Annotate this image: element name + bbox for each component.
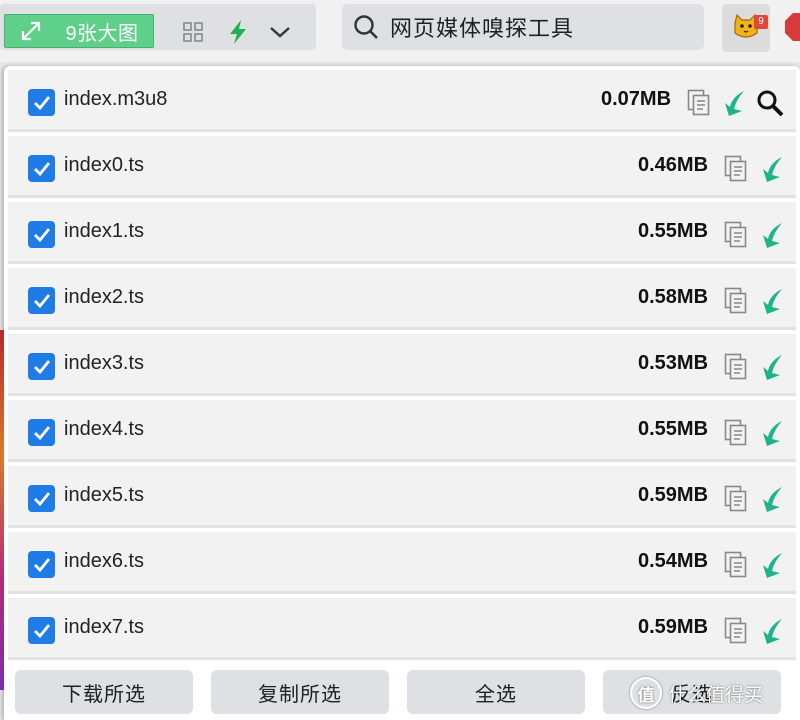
watermark-logo: 值 bbox=[630, 677, 662, 709]
file-name: index2.ts bbox=[64, 286, 145, 308]
top-toolbar: 9张大图 网页媒体嗅探工具 9 bbox=[0, 0, 800, 62]
select-all-button[interactable]: 全选 bbox=[407, 670, 585, 714]
file-name: index5.ts bbox=[64, 484, 145, 506]
gallery-button[interactable]: 9张大图 bbox=[4, 14, 154, 48]
expand-icon bbox=[5, 20, 57, 42]
file-size: 0.55MB bbox=[638, 220, 709, 242]
download-icon[interactable] bbox=[758, 549, 786, 581]
file-size: 0.58MB bbox=[638, 286, 709, 308]
file-size: 0.46MB bbox=[638, 154, 709, 176]
cat-extension-icon[interactable]: 9 bbox=[722, 4, 770, 52]
background-strip bbox=[0, 330, 4, 690]
file-size: 0.59MB bbox=[638, 616, 709, 638]
adblock-icon[interactable] bbox=[784, 12, 800, 42]
copy-selected-button[interactable]: 复制所选 bbox=[211, 670, 389, 714]
download-icon[interactable] bbox=[758, 417, 786, 449]
lightning-icon[interactable] bbox=[221, 16, 255, 48]
file-checkbox[interactable] bbox=[28, 353, 55, 380]
file-size: 0.59MB bbox=[638, 484, 709, 506]
file-checkbox[interactable] bbox=[28, 485, 55, 512]
search-box[interactable]: 网页媒体嗅探工具 bbox=[342, 4, 704, 50]
toolbar-group: 9张大图 bbox=[0, 4, 316, 50]
download-icon[interactable] bbox=[758, 219, 786, 251]
file-row[interactable]: index6.ts 0.54MB bbox=[8, 532, 796, 594]
file-size: 0.07MB bbox=[601, 88, 672, 110]
download-icon[interactable] bbox=[758, 483, 786, 515]
chevron-down-icon[interactable] bbox=[263, 16, 297, 48]
copy-icon[interactable] bbox=[722, 351, 750, 383]
copy-icon[interactable] bbox=[722, 615, 750, 647]
file-row[interactable]: index5.ts 0.59MB bbox=[8, 466, 796, 528]
file-row[interactable]: index7.ts 0.59MB bbox=[8, 598, 796, 660]
file-row[interactable]: index1.ts 0.55MB bbox=[8, 202, 796, 264]
download-icon[interactable] bbox=[758, 153, 786, 185]
file-checkbox[interactable] bbox=[28, 551, 55, 578]
file-name: index4.ts bbox=[64, 418, 145, 440]
gallery-button-label: 9张大图 bbox=[65, 22, 139, 45]
file-name: index7.ts bbox=[64, 616, 145, 638]
file-name: index0.ts bbox=[64, 154, 145, 176]
download-selected-button[interactable]: 下载所选 bbox=[15, 670, 193, 714]
copy-icon[interactable] bbox=[722, 153, 750, 185]
download-icon[interactable] bbox=[758, 615, 786, 647]
extension-badge: 9 bbox=[754, 15, 768, 29]
file-name: index6.ts bbox=[64, 550, 145, 572]
file-checkbox[interactable] bbox=[28, 89, 55, 116]
file-row[interactable]: index.m3u8 0.07MB bbox=[8, 70, 796, 132]
file-checkbox[interactable] bbox=[28, 617, 55, 644]
file-checkbox[interactable] bbox=[28, 419, 55, 446]
download-icon[interactable] bbox=[758, 285, 786, 317]
file-size: 0.55MB bbox=[638, 418, 709, 440]
sniffer-panel: index.m3u8 0.07MB index0.ts 0.46MB index… bbox=[4, 66, 800, 720]
copy-icon[interactable] bbox=[722, 417, 750, 449]
file-checkbox[interactable] bbox=[28, 221, 55, 248]
file-name: index3.ts bbox=[64, 352, 145, 374]
file-row[interactable]: index0.ts 0.46MB bbox=[8, 136, 796, 198]
preview-search-icon[interactable] bbox=[756, 87, 784, 119]
copy-icon[interactable] bbox=[685, 87, 713, 119]
copy-icon[interactable] bbox=[722, 549, 750, 581]
file-row[interactable]: index4.ts 0.55MB bbox=[8, 400, 796, 462]
file-checkbox[interactable] bbox=[28, 155, 55, 182]
file-size: 0.53MB bbox=[638, 352, 709, 374]
file-checkbox[interactable] bbox=[28, 287, 55, 314]
file-size: 0.54MB bbox=[638, 550, 709, 572]
download-icon[interactable] bbox=[758, 351, 786, 383]
copy-icon[interactable] bbox=[722, 483, 750, 515]
download-icon[interactable] bbox=[720, 87, 748, 119]
watermark: 值 什么值得买 bbox=[630, 676, 763, 710]
watermark-text: 什么值得买 bbox=[668, 684, 764, 706]
copy-icon[interactable] bbox=[722, 219, 750, 251]
copy-icon[interactable] bbox=[722, 285, 750, 317]
file-name: index.m3u8 bbox=[64, 88, 168, 110]
search-icon bbox=[342, 14, 390, 40]
file-name: index1.ts bbox=[64, 220, 145, 242]
file-row[interactable]: index3.ts 0.53MB bbox=[8, 334, 796, 396]
search-text: 网页媒体嗅探工具 bbox=[390, 16, 575, 41]
file-row[interactable]: index2.ts 0.58MB bbox=[8, 268, 796, 330]
grid-icon[interactable] bbox=[176, 16, 210, 48]
